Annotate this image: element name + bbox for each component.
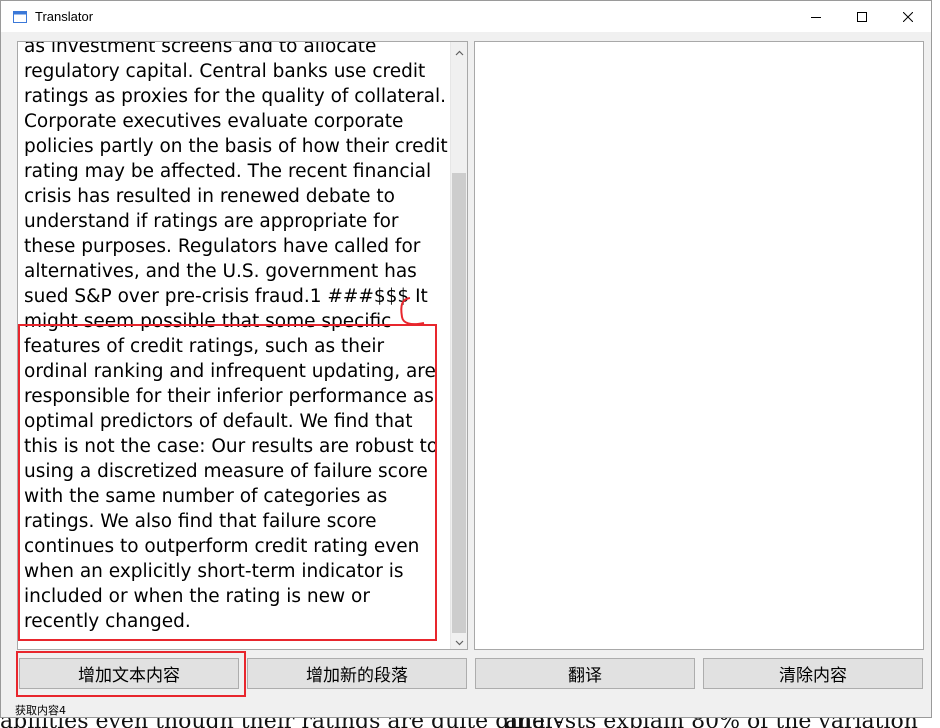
translator-window: Translator as investment screens and to …: [0, 0, 932, 718]
window-title: Translator: [35, 9, 94, 24]
source-text-box[interactable]: as investment screens and to allocate reg…: [17, 41, 468, 650]
add-text-button[interactable]: 增加文本内容: [19, 658, 239, 689]
source-text-line: rating may be affected. The recent finan…: [24, 161, 432, 182]
scroll-down-button[interactable]: [451, 632, 467, 649]
close-button[interactable]: [885, 1, 931, 32]
source-text-line: might seem possible that some specific: [24, 311, 392, 332]
source-text-line: optimal predictors of default. We find t…: [24, 411, 413, 432]
clear-button[interactable]: 清除内容: [703, 658, 923, 689]
source-text-line: sued S&P over pre-crisis fraud.1 ###$$$ …: [24, 286, 428, 307]
source-text-line: crisis has resulted in renewed debate to: [24, 186, 396, 207]
scroll-thumb[interactable]: [452, 173, 466, 633]
source-text-line: responsible for their inferior performan…: [24, 386, 434, 407]
source-text-line: understand if ratings are appropriate fo…: [24, 211, 399, 232]
source-text-line: ratings as proxies for the quality of co…: [24, 86, 447, 107]
add-paragraph-button[interactable]: 增加新的段落: [247, 658, 467, 689]
close-icon: [903, 11, 913, 22]
maximize-button[interactable]: [839, 1, 885, 32]
app-icon: [13, 10, 27, 24]
source-text-line: ordinal ranking and infrequent updating,…: [24, 361, 436, 382]
source-text-line: with the same number of categories as: [24, 486, 388, 507]
source-text-line: alternatives, and the U.S. government ha…: [24, 261, 417, 282]
source-text-line: when an explicitly short-term indicator …: [24, 561, 404, 582]
maximize-icon: [857, 11, 867, 22]
source-text-line: these purposes. Regulators have called f…: [24, 236, 421, 257]
status-bar: 获取内容4: [1, 701, 931, 718]
source-text-line: Corporate executives evaluate corporate: [24, 111, 404, 132]
scroll-up-button[interactable]: [451, 42, 467, 59]
window-controls: [793, 1, 931, 32]
source-text-line: ratings. We also find that failure score: [24, 511, 377, 532]
minimize-icon: [811, 12, 821, 22]
source-text-line: using a discretized measure of failure s…: [24, 461, 428, 482]
source-text-line: as investment screens and to allocate: [24, 41, 377, 57]
source-text-line: this is not the case: Our results are ro…: [24, 436, 439, 457]
translation-text-box[interactable]: [474, 41, 924, 650]
status-text: 获取内容4: [15, 703, 66, 717]
source-text-line: recently changed.: [24, 611, 191, 632]
minimize-button[interactable]: [793, 1, 839, 32]
title-bar[interactable]: Translator: [1, 1, 931, 32]
source-text-line: continues to outperform credit rating ev…: [24, 536, 420, 557]
translate-button[interactable]: 翻译: [475, 658, 695, 689]
source-text-line: policies partly on the basis of how thei…: [24, 136, 448, 157]
chevron-down-icon: [455, 631, 464, 649]
source-text-line: regulatory capital. Central banks use cr…: [24, 61, 426, 82]
source-text-line: included or when the rating is new or: [24, 586, 370, 607]
source-vertical-scrollbar[interactable]: [450, 42, 467, 649]
source-text-content: as investment screens and to allocate reg…: [24, 41, 448, 634]
chevron-up-icon: [455, 42, 464, 60]
source-text-line: features of credit ratings, such as thei…: [24, 336, 385, 357]
